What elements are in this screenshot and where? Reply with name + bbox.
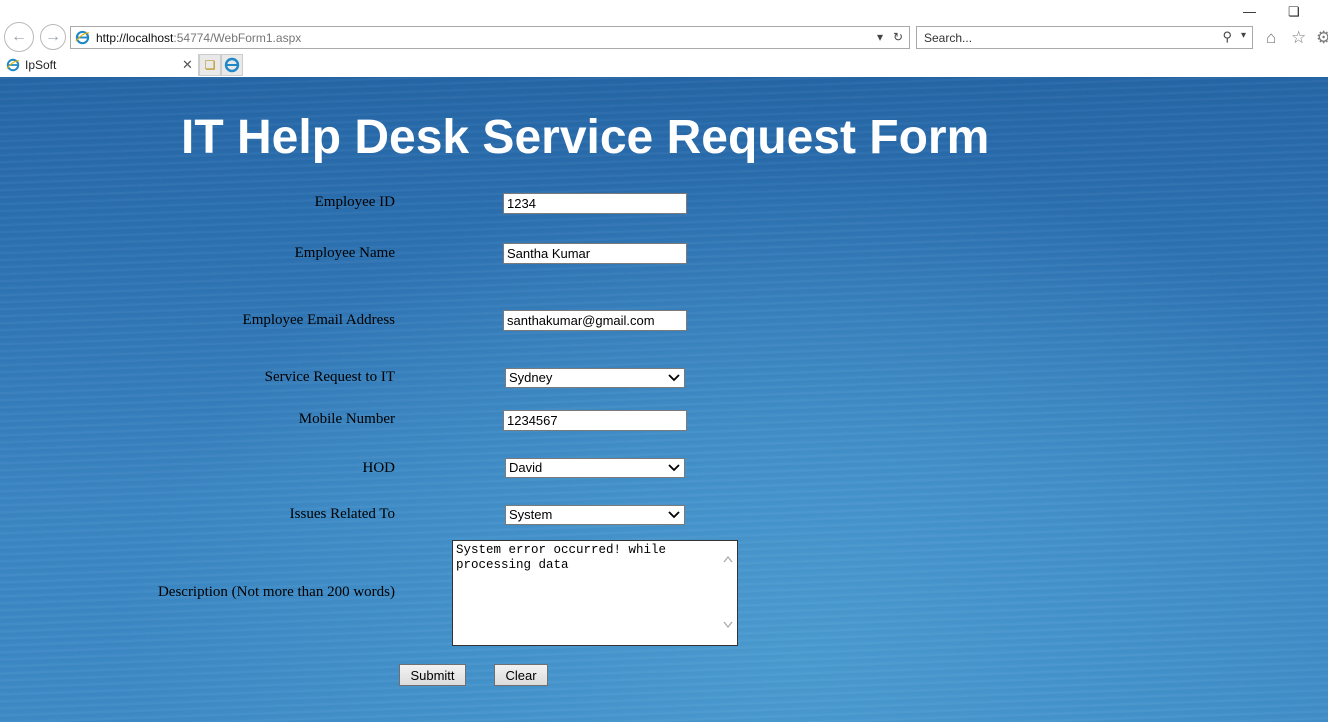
employee-id-input[interactable]: 1234 bbox=[503, 193, 687, 214]
favorites-star-icon[interactable]: ☆ bbox=[1291, 28, 1306, 48]
minimize-icon[interactable]: — bbox=[1243, 4, 1256, 19]
close-tab-icon[interactable]: ✕ bbox=[182, 57, 193, 73]
issues-value: System bbox=[509, 507, 553, 522]
new-tab-icon[interactable]: ❏ bbox=[199, 54, 221, 76]
tab-bar: IpSoft ✕ ❏ bbox=[0, 54, 1328, 76]
address-path: :54774/WebForm1.aspx bbox=[173, 31, 302, 45]
issues-label: Issues Related To bbox=[289, 506, 395, 522]
submit-button[interactable]: Submitt bbox=[399, 664, 466, 686]
search-box[interactable]: Search... ⚲ ▾ bbox=[916, 26, 1253, 49]
address-host: http://localhost bbox=[96, 31, 174, 45]
address-url: http://localhost:54774/WebForm1.aspx bbox=[96, 31, 301, 45]
back-button[interactable]: ← bbox=[4, 22, 34, 52]
tab-ipsoft[interactable]: IpSoft ✕ bbox=[0, 54, 199, 76]
hod-select[interactable]: David bbox=[505, 458, 685, 478]
clear-button[interactable]: Clear bbox=[494, 664, 548, 686]
description-textarea[interactable]: System error occurred! while processing … bbox=[452, 540, 738, 646]
address-dropdown-icon[interactable]: ▾ bbox=[877, 30, 883, 44]
page-body: IT Help Desk Service Request Form Employ… bbox=[0, 77, 1328, 722]
service-request-label: Service Request to IT bbox=[264, 369, 395, 385]
mobile-label: Mobile Number bbox=[298, 411, 395, 427]
search-placeholder: Search... bbox=[924, 31, 973, 45]
mobile-input[interactable]: 1234567 bbox=[503, 410, 687, 431]
employee-id-label: Employee ID bbox=[314, 194, 395, 210]
refresh-icon[interactable]: ↻ bbox=[893, 30, 903, 44]
service-request-select[interactable]: Sydney bbox=[505, 368, 685, 388]
hod-value: David bbox=[509, 460, 543, 475]
email-input[interactable]: santhakumar@gmail.com bbox=[503, 310, 687, 331]
description-label: Description (Not more than 200 words) bbox=[157, 584, 395, 600]
ie-logo-icon bbox=[6, 58, 20, 72]
description-text: System error occurred! while processing … bbox=[456, 543, 674, 572]
email-label: Employee Email Address bbox=[242, 312, 395, 328]
restore-icon[interactable]: ❏ bbox=[1288, 4, 1300, 20]
address-bar[interactable]: http://localhost:54774/WebForm1.aspx ▾ ↻ bbox=[70, 26, 910, 49]
browser-chrome: — ❏ ← → http://localhost:54774/WebForm1.… bbox=[0, 0, 1328, 77]
back-icon: ← bbox=[11, 28, 27, 45]
page-title: IT Help Desk Service Request Form bbox=[181, 111, 990, 164]
issues-select[interactable]: System bbox=[505, 505, 685, 525]
employee-name-input[interactable]: Santha Kumar bbox=[503, 243, 687, 264]
search-icon[interactable]: ⚲ bbox=[1222, 29, 1232, 45]
service-request-value: Sydney bbox=[509, 370, 553, 385]
forward-icon: → bbox=[45, 28, 61, 45]
ie-tab-icon[interactable] bbox=[221, 54, 243, 76]
employee-name-label: Employee Name bbox=[294, 245, 395, 261]
tab-title: IpSoft bbox=[25, 58, 57, 72]
search-dropdown-icon[interactable]: ▾ bbox=[1241, 30, 1246, 41]
forward-button[interactable]: → bbox=[40, 24, 66, 50]
settings-gear-icon[interactable]: ⚙ bbox=[1316, 28, 1328, 48]
chevron-down-icon bbox=[668, 374, 680, 382]
ie-logo-icon bbox=[75, 30, 90, 45]
chevron-down-icon bbox=[668, 511, 680, 519]
scroll-down-icon[interactable] bbox=[723, 621, 733, 629]
chevron-down-icon bbox=[668, 464, 680, 472]
ie-logo-icon bbox=[224, 57, 240, 73]
scroll-up-icon[interactable] bbox=[723, 555, 733, 563]
hod-label: HOD bbox=[362, 460, 396, 476]
home-icon[interactable]: ⌂ bbox=[1266, 28, 1276, 48]
